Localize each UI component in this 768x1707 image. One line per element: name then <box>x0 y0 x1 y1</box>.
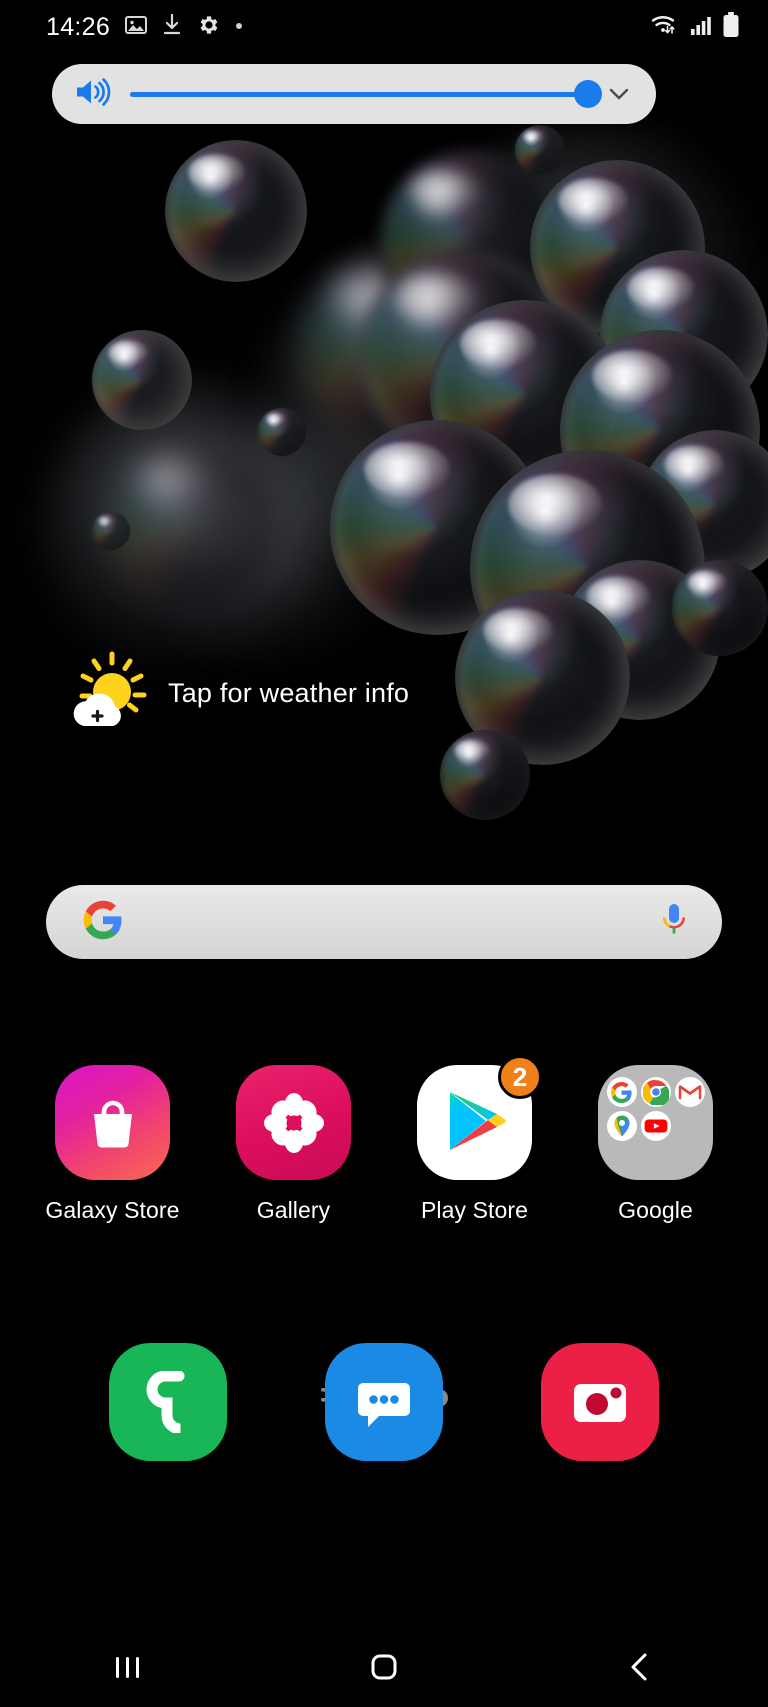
app-label: Google <box>618 1197 693 1223</box>
dock-messages-icon[interactable] <box>325 1343 443 1461</box>
status-bar-clock: 14:26 <box>46 12 111 41</box>
google-g-icon[interactable] <box>82 899 124 946</box>
navigation-bar <box>0 1627 768 1707</box>
volume-up-icon[interactable] <box>74 75 112 114</box>
chrome-icon <box>640 1077 671 1107</box>
gmail-icon <box>674 1077 705 1107</box>
maps-icon <box>606 1111 637 1141</box>
image-icon <box>124 13 148 42</box>
notification-badge: 2 <box>498 1055 542 1099</box>
chevron-down-icon[interactable] <box>602 80 636 108</box>
app-galaxy-store[interactable]: Galaxy Store <box>38 1065 188 1224</box>
google-folder-icon[interactable] <box>598 1065 713 1180</box>
weather-widget-label: Tap for weather info <box>168 678 410 708</box>
app-label: Galaxy Store <box>45 1197 180 1223</box>
galaxy-store-icon[interactable] <box>55 1065 170 1180</box>
home-square-icon[interactable] <box>329 1632 439 1702</box>
app-google-folder[interactable]: Google <box>581 1065 731 1224</box>
dot-icon <box>234 18 244 36</box>
download-icon <box>162 13 182 42</box>
volume-panel[interactable] <box>52 64 656 124</box>
dock-phone-icon[interactable] <box>109 1343 227 1461</box>
app-grid: Galaxy Store Gallery 2 Play Store Google <box>0 1055 768 1224</box>
weather-widget[interactable]: Tap for weather info <box>66 650 409 737</box>
app-label: Gallery <box>256 1197 331 1223</box>
google-search-icon <box>606 1077 637 1107</box>
sun-behind-cloud-icon <box>66 650 152 737</box>
volume-slider[interactable] <box>130 80 602 108</box>
signal-icon <box>689 13 713 42</box>
dock-camera-icon[interactable] <box>541 1343 659 1461</box>
dock <box>0 1343 768 1461</box>
status-bar: 14:26 <box>0 0 768 54</box>
status-bar-left: 14:26 <box>46 13 244 42</box>
app-gallery[interactable]: Gallery <box>219 1065 369 1224</box>
recents-icon[interactable] <box>73 1632 183 1702</box>
gallery-icon[interactable] <box>236 1065 351 1180</box>
microphone-icon[interactable] <box>658 901 690 944</box>
battery-icon <box>722 11 740 43</box>
volume-slider-fill <box>130 91 588 97</box>
settings-gear-icon <box>196 13 220 42</box>
volume-slider-thumb[interactable] <box>574 80 602 108</box>
youtube-icon <box>640 1111 671 1141</box>
android-home-screen: 14:26 Tap for weather info Galaxy Store … <box>0 0 768 1707</box>
app-label: Play Store <box>420 1197 529 1223</box>
wifi-icon <box>650 12 680 43</box>
app-play-store[interactable]: 2 Play Store <box>400 1055 550 1224</box>
status-bar-right <box>650 11 740 43</box>
google-search-bar[interactable] <box>46 885 722 959</box>
back-chevron-icon[interactable] <box>585 1632 695 1702</box>
play-store-icon[interactable]: 2 <box>417 1055 542 1180</box>
